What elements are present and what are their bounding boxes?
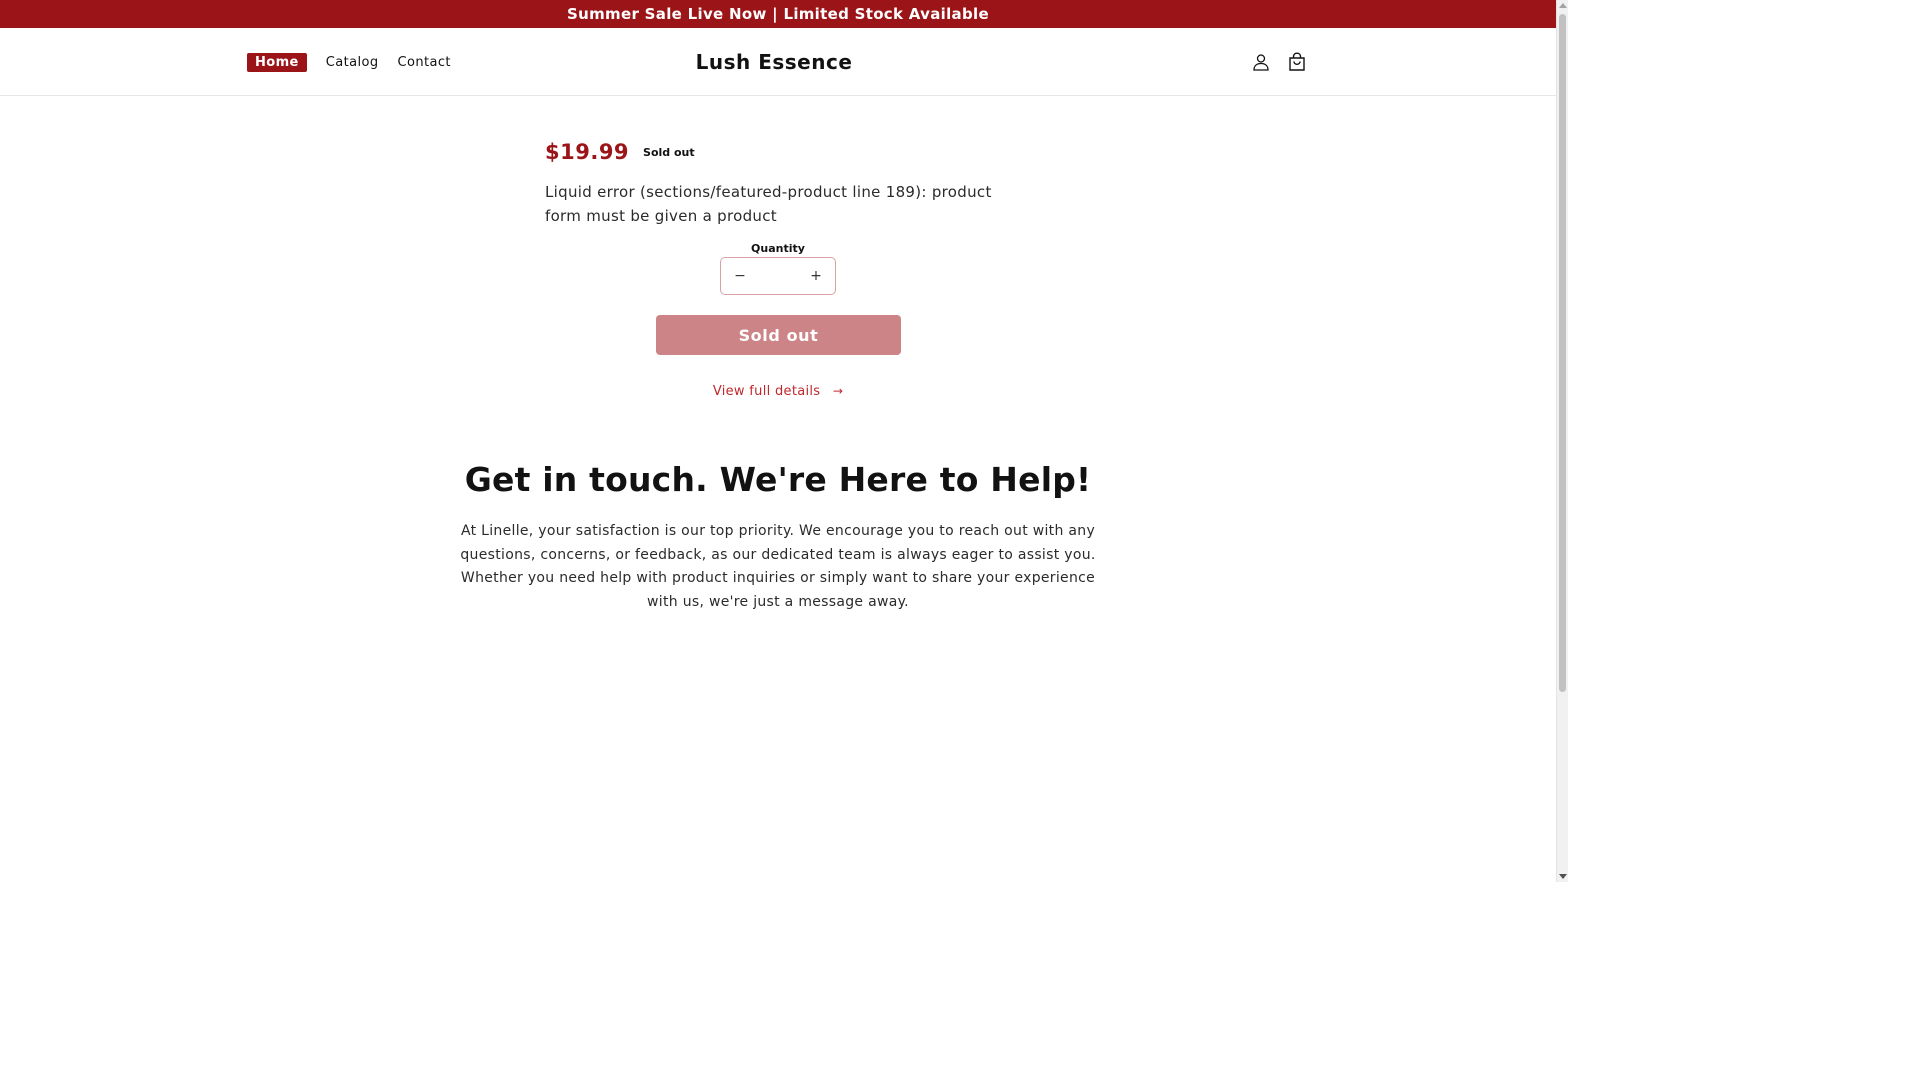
- contact-heading: Get in touch. We're Here to Help!: [464, 460, 1092, 499]
- page: Summer Sale Live Now | Limited Stock Ava…: [0, 0, 1568, 882]
- price-row: $19.99 Sold out: [545, 140, 1015, 164]
- announcement-bar: Summer Sale Live Now | Limited Stock Ava…: [0, 0, 1556, 28]
- quantity-label: Quantity: [751, 242, 805, 255]
- vertical-scrollbar[interactable]: [1556, 0, 1568, 882]
- featured-product: $19.99 Sold out Liquid error (sections/f…: [545, 140, 1015, 228]
- arrow-right-icon: →: [832, 384, 844, 398]
- scroll-down-icon[interactable]: [1559, 874, 1567, 879]
- quantity-stepper: − +: [720, 257, 836, 295]
- nav-item-home[interactable]: Home: [247, 52, 307, 72]
- main-nav: Home Catalog Contact: [247, 28, 451, 96]
- scroll-up-icon[interactable]: [1559, 3, 1567, 8]
- site-header: Home Catalog Contact Lush Essence: [0, 28, 1556, 96]
- scrollbar-thumb[interactable]: [1559, 14, 1566, 692]
- contact-description: At Linelle, your satisfaction is our top…: [460, 523, 1096, 610]
- view-details-wrapper: View full details →: [0, 384, 1556, 399]
- decrease-quantity-button[interactable]: −: [733, 268, 747, 284]
- sold-out-button[interactable]: Sold out: [656, 315, 901, 355]
- header-icons: [1250, 28, 1308, 96]
- increase-quantity-button[interactable]: +: [809, 268, 823, 284]
- liquid-error-message: Liquid error (sections/featured-product …: [545, 183, 992, 225]
- store-logo[interactable]: Lush Essence: [0, 28, 1548, 96]
- nav-item-contact[interactable]: Contact: [398, 55, 451, 70]
- announcement-text: Summer Sale Live Now | Limited Stock Ava…: [567, 5, 989, 23]
- view-full-details-link[interactable]: View full details →: [713, 384, 843, 399]
- quantity-input[interactable]: [751, 267, 805, 285]
- account-icon[interactable]: [1250, 51, 1272, 73]
- view-full-details-label: View full details: [712, 384, 821, 399]
- nav-item-catalog[interactable]: Catalog: [326, 55, 379, 70]
- sold-out-badge: Sold out: [643, 145, 695, 159]
- product-price: $19.99: [545, 140, 630, 164]
- cart-icon[interactable]: [1286, 51, 1308, 73]
